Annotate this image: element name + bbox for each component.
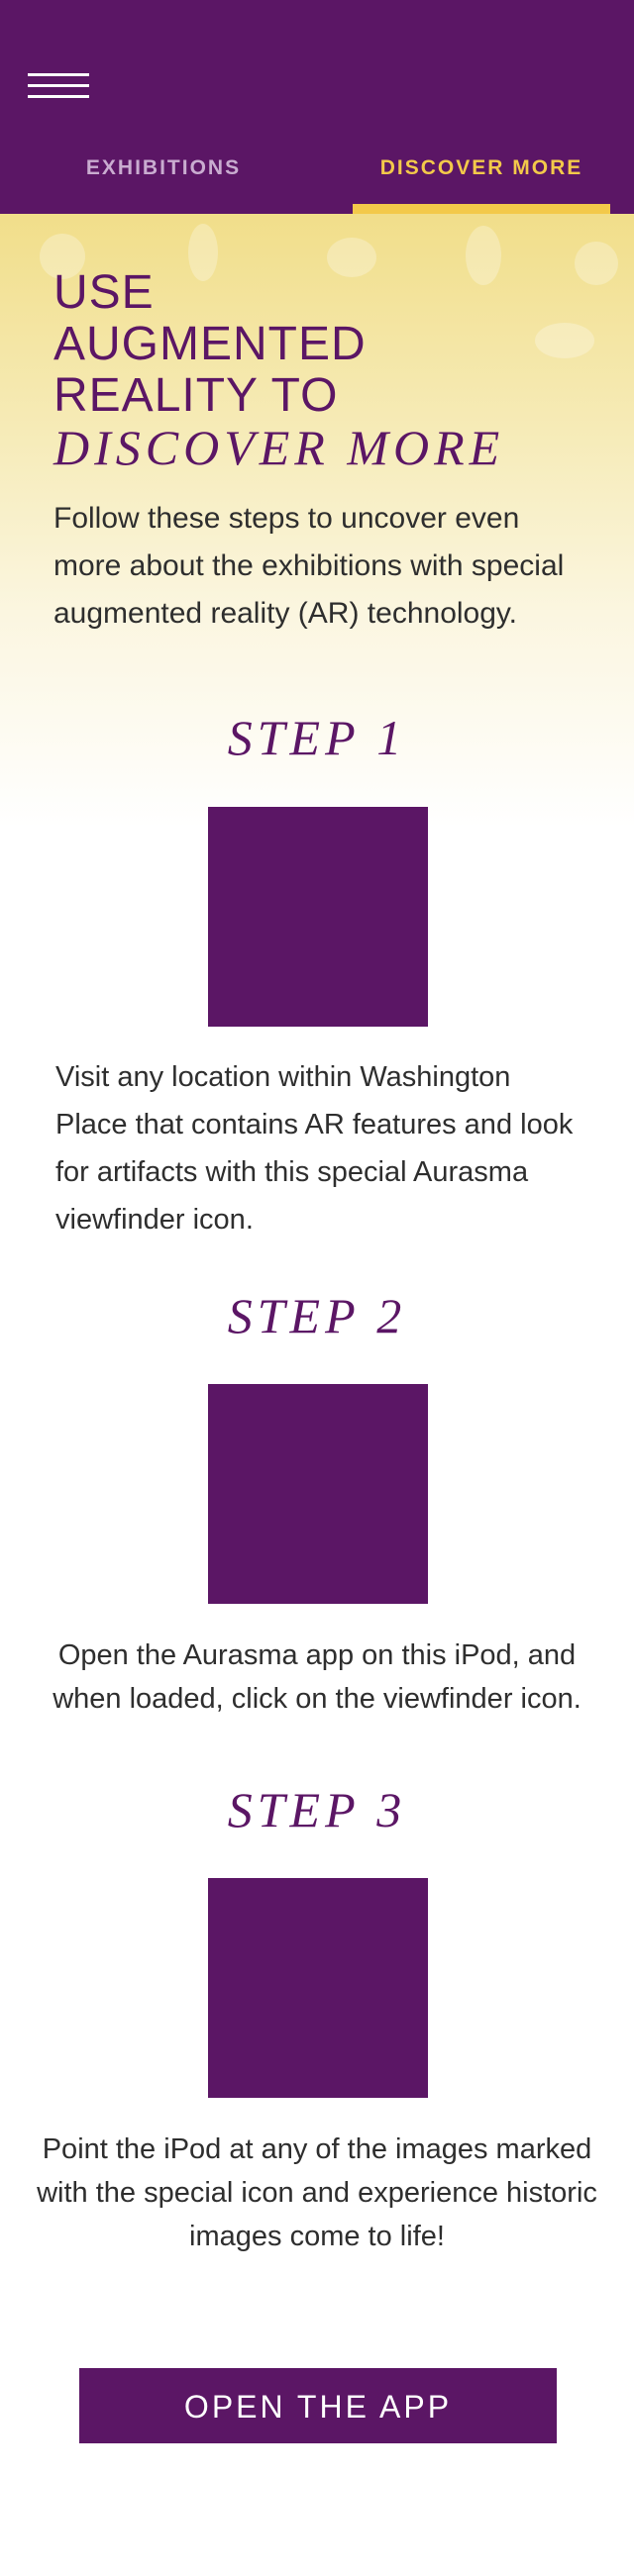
step-2-text: Open the Aurasma app on this iPod, and w… bbox=[53, 1639, 581, 1715]
step-1-image bbox=[208, 807, 428, 1027]
step-3-image bbox=[208, 1878, 428, 2098]
title-italic-line: DISCOVER MORE bbox=[53, 420, 505, 475]
step-1-text: Visit any location within Washington Pla… bbox=[55, 1061, 574, 1236]
title-line: REALITY TO bbox=[53, 369, 339, 422]
app-header: EXHIBITIONS DISCOVER MORE bbox=[0, 0, 634, 214]
intro-text: Follow these steps to uncover even more … bbox=[53, 502, 565, 630]
title-line: USE bbox=[53, 266, 155, 319]
menu-bar bbox=[28, 73, 89, 76]
step-3-text: Point the iPod at any of the images mark… bbox=[37, 2133, 597, 2252]
step-1-title: STEP 1 bbox=[227, 710, 407, 765]
step-2-title: STEP 2 bbox=[227, 1288, 407, 1343]
menu-bar bbox=[28, 84, 89, 87]
active-tab-indicator bbox=[353, 204, 610, 214]
step-2-image bbox=[208, 1384, 428, 1604]
open-app-button[interactable]: OPEN THE APP bbox=[79, 2368, 557, 2443]
hamburger-menu-icon[interactable] bbox=[28, 71, 91, 103]
menu-bar bbox=[28, 95, 89, 98]
tab-exhibitions[interactable]: EXHIBITIONS bbox=[50, 156, 277, 214]
title-line: AUGMENTED bbox=[53, 318, 367, 370]
page-title: USE AUGMENTED REALITY TO DISCOVER MORE bbox=[53, 266, 608, 475]
step-3-title: STEP 3 bbox=[227, 1782, 407, 1837]
